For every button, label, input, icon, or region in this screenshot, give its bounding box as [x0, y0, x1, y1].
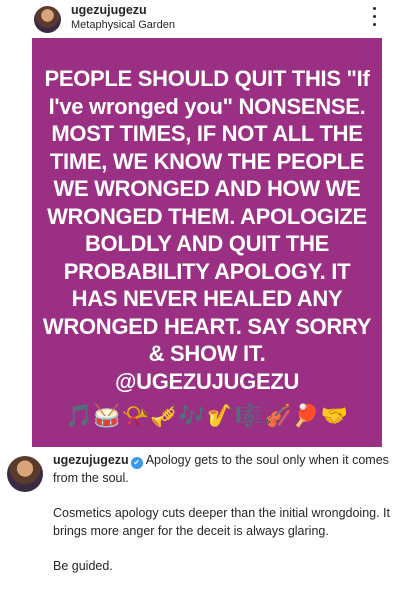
caption-paragraph: Be guided.	[53, 559, 113, 573]
post-header: ugezujugezu Metaphysical Garden	[0, 0, 415, 38]
dot	[372, 6, 376, 10]
dot	[372, 22, 376, 26]
caption-body: ugezujugezu ✔ Apology gets to the soul onl…	[53, 452, 398, 576]
post-username[interactable]: ugezujugezu	[71, 3, 147, 17]
verified-badge-icon: ✔	[130, 457, 143, 469]
emoji-row: 🎵🥁📯🎺🎶🎷🎼🎻🏓🤝	[65, 403, 349, 428]
caption-username[interactable]: ugezujugezu	[53, 453, 129, 467]
post-location[interactable]: Metaphysical Garden	[71, 19, 175, 31]
caption-section: ugezujugezu ✔ Apology gets to the soul onl…	[0, 447, 415, 599]
post-image-text: PEOPLE SHOULD QUIT THIS "If I've wronged…	[42, 66, 372, 394]
dot	[372, 14, 376, 18]
more-options-icon[interactable]	[369, 4, 379, 28]
caption-avatar[interactable]	[7, 456, 43, 492]
caption-paragraph: Cosmetics apology cuts deeper than the i…	[53, 506, 390, 538]
profile-avatar[interactable]	[34, 6, 61, 33]
post-image[interactable]: PEOPLE SHOULD QUIT THIS "If I've wronged…	[32, 38, 382, 447]
